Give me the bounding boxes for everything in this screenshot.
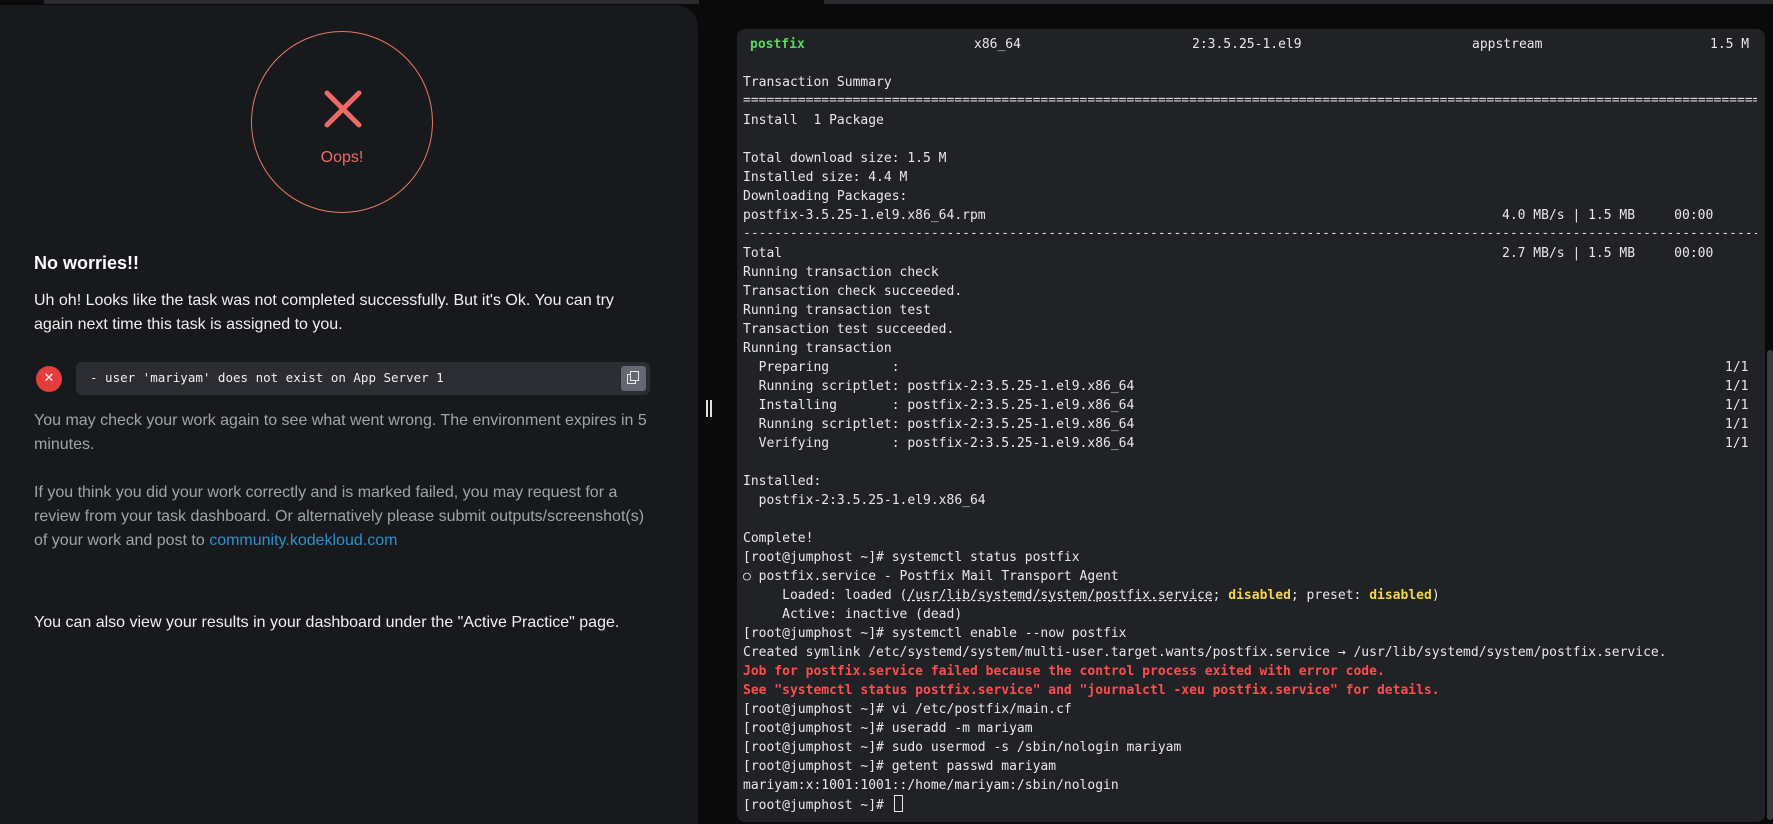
copy-icon-back: [630, 371, 639, 381]
step-count: 1/1: [1725, 360, 1749, 375]
total-download: Total download size: 1.5 M: [743, 151, 947, 166]
step-count: 1/1: [1725, 398, 1749, 413]
error-message: - user 'mariyam' does not exist on App S…: [90, 370, 444, 385]
step-count: 1/1: [1725, 379, 1749, 394]
getent-output: mariyam:x:1001:1001::/home/mariyam:/sbin…: [743, 778, 1119, 793]
step-count: 1/1: [1725, 417, 1749, 432]
step-label: Verifying : postfix-2:3.5.25-1.el9.x86_6…: [743, 436, 1135, 451]
terminal-scrollbar[interactable]: [1767, 350, 1773, 820]
cmd-vi: [root@jumphost ~]# vi /etc/postfix/main.…: [743, 702, 1072, 717]
error-row: ✕ - user 'mariyam' does not exist on App…: [36, 362, 650, 396]
error-line: See "systemctl status postfix.service" a…: [743, 683, 1440, 698]
error-line: Job for postfix.service failed because t…: [743, 664, 1385, 679]
installed-header: Installed:: [743, 474, 822, 489]
tx-line: Running transaction test: [743, 303, 931, 318]
tx-line: Transaction check succeeded.: [743, 284, 963, 299]
cmd-enable: [root@jumphost ~]# systemctl enable --no…: [743, 626, 1127, 641]
tx-line: Running transaction check: [743, 265, 939, 280]
review-note: If you think you did your work correctly…: [34, 481, 659, 553]
prompt-line[interactable]: [root@jumphost ~]#: [743, 795, 903, 814]
rpm-stats: 4.0 MB/s | 1.5 MB 00:00: [1502, 208, 1714, 223]
step-label: Running scriptlet: postfix-2:3.5.25-1.el…: [743, 379, 1135, 394]
symlink-line: Created symlink /etc/systemd/system/mult…: [743, 645, 1667, 660]
step-count: 1/1: [1725, 436, 1749, 451]
tx-line: Transaction test succeeded.: [743, 322, 955, 337]
cmd-useradd: [root@jumphost ~]# useradd -m mariyam: [743, 721, 1033, 736]
rule-double: ========================================…: [743, 93, 1757, 108]
top-strip-right: [824, 0, 1773, 4]
splitter-grip-icon[interactable]: [706, 400, 712, 417]
cmd-getent: [root@jumphost ~]# getent passwd mariyam: [743, 759, 1057, 774]
tx-line: Running transaction: [743, 341, 892, 356]
failure-status-badge: Oops!: [251, 31, 433, 213]
community-link[interactable]: community.kodekloud.com: [209, 532, 397, 549]
result-heading: No worries!!: [34, 253, 140, 273]
pkg-version: 2:3.5.25-1.el9: [1192, 37, 1302, 52]
error-icon: ✕: [36, 366, 62, 392]
status-label: Oops!: [320, 149, 364, 166]
total-stats: 2.7 MB/s | 1.5 MB 00:00: [1502, 246, 1714, 261]
terminal[interactable]: postfix x86_64 2:3.5.25-1.el9 appstream …: [737, 29, 1765, 822]
installed-size: Installed size: 4.4 M: [743, 170, 908, 185]
cmd-status: [root@jumphost ~]# systemctl status post…: [743, 550, 1080, 565]
rule-dashed: ----------------------------------------…: [743, 226, 1757, 241]
step-label: Running scriptlet: postfix-2:3.5.25-1.el…: [743, 417, 1135, 432]
pkg-arch: x86_64: [974, 37, 1021, 52]
install-line: Install 1 Package: [743, 113, 884, 128]
total-label: Total: [743, 246, 783, 261]
text-cursor: [893, 795, 903, 812]
unit-file-path: /usr/lib/systemd/system/postfix.service: [907, 588, 1213, 603]
active-line: Active: inactive (dead): [743, 607, 963, 622]
downloading: Downloading Packages:: [743, 189, 908, 204]
rpm-name: postfix-3.5.25-1.el9.x86_64.rpm: [743, 208, 986, 223]
step-label: Installing : postfix-2:3.5.25-1.el9.x86_…: [743, 398, 1135, 413]
loaded-line: Loaded: loaded (/usr/lib/systemd/system/…: [743, 588, 1440, 603]
step-label: Preparing :: [743, 360, 900, 375]
copy-button[interactable]: [621, 366, 646, 391]
pkg-name: postfix: [750, 37, 805, 52]
error-message-box: - user 'mariyam' does not exist on App S…: [76, 362, 650, 395]
result-lead-text: Uh oh! Looks like the task was not compl…: [34, 292, 614, 333]
complete-line: Complete!: [743, 531, 814, 546]
close-x-icon: [324, 90, 362, 128]
service-line: ○ postfix.service - Postfix Mail Transpo…: [743, 569, 1119, 584]
installed-pkg: postfix-2:3.5.25-1.el9.x86_64: [743, 493, 986, 508]
top-strip-left: [44, 0, 699, 4]
summary-title: Transaction Summary: [743, 75, 892, 90]
task-result-panel: Oops! No worries!! Uh oh! Looks like the…: [0, 5, 698, 824]
pkg-size: 1.5 M: [1710, 37, 1750, 52]
check-work-note: You may check your work again to see wha…: [34, 412, 647, 453]
cmd-usermod: [root@jumphost ~]# sudo usermod -s /sbin…: [743, 740, 1182, 755]
dashboard-note: You can also view your results in your d…: [34, 614, 620, 631]
pkg-repo: appstream: [1472, 37, 1543, 52]
